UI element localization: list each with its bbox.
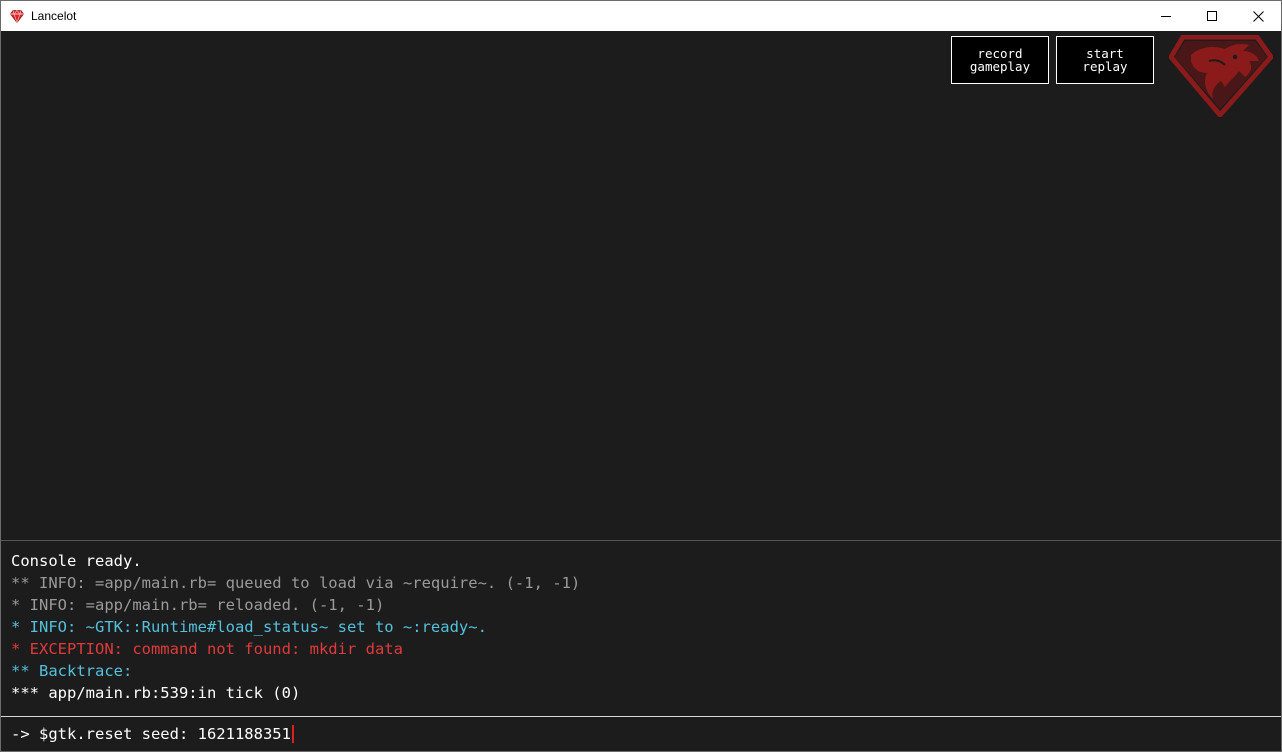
console-line-5: * EXCEPTION: command not found: mkdir da… <box>11 640 403 658</box>
dragon-logo-icon <box>1168 34 1274 118</box>
game-canvas[interactable]: record gameplay start replay <box>1 31 1281 540</box>
maximize-icon <box>1207 11 1217 21</box>
console-line-2: ** INFO: =app/main.rb= queued to load vi… <box>11 574 581 592</box>
console-prompt-input[interactable]: -> $gtk.reset seed: 1621188351 <box>1 716 1281 751</box>
window-title: Lancelot <box>31 9 77 23</box>
window-controls <box>1143 1 1281 31</box>
ruby-gem-icon <box>9 8 25 24</box>
console-line-1: Console ready. <box>11 552 142 570</box>
prompt-text: -> $gtk.reset seed: 1621188351 <box>11 725 291 743</box>
maximize-button[interactable] <box>1189 1 1235 31</box>
minimize-icon <box>1161 16 1171 17</box>
app-window: Lancelot record gameplay start replay Co… <box>0 0 1282 752</box>
console-line-4: * INFO: ~GTK::Runtime#load_status~ set t… <box>11 618 487 636</box>
minimize-button[interactable] <box>1143 1 1189 31</box>
close-button[interactable] <box>1235 1 1281 31</box>
console-line-3: * INFO: =app/main.rb= reloaded. (-1, -1) <box>11 596 385 614</box>
record-button-line2: gameplay <box>969 59 1031 74</box>
replay-button-line2: replay <box>1082 59 1128 74</box>
text-caret <box>291 725 294 743</box>
console-output: Console ready. ** INFO: =app/main.rb= qu… <box>1 540 1281 717</box>
console-line-6: ** Backtrace: <box>11 662 133 680</box>
console-line-7: *** app/main.rb:539:in tick (0) <box>11 684 301 702</box>
title-bar[interactable]: Lancelot <box>1 1 1281 31</box>
start-replay-button[interactable]: start replay <box>1056 36 1154 84</box>
close-icon <box>1252 10 1264 22</box>
record-gameplay-button[interactable]: record gameplay <box>951 36 1049 84</box>
